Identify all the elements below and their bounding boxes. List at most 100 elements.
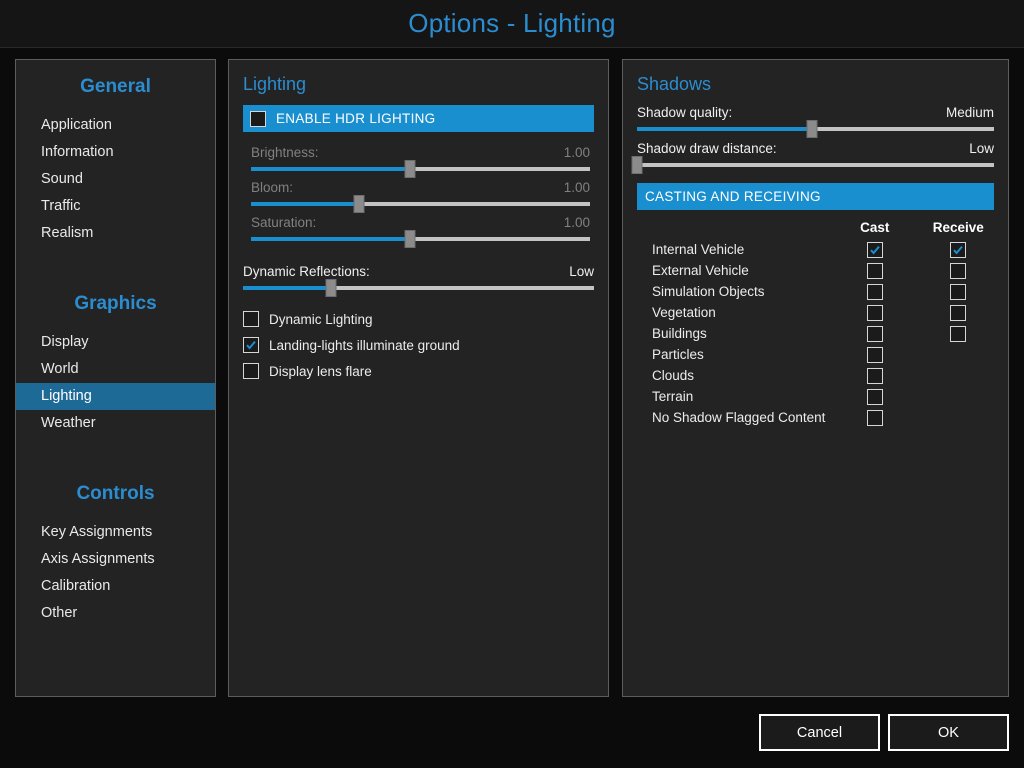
sidebar-item-label: Calibration	[41, 578, 111, 594]
cast-checkbox-no-shadow-flagged-content[interactable]	[866, 409, 883, 426]
cast-checkbox-clouds[interactable]	[866, 367, 883, 384]
shadows-heading: Shadows	[637, 74, 712, 94]
slider-lighting-0: Brightness: 1.00	[229, 145, 608, 178]
cast-receive-header: Cast Receive	[631, 210, 1000, 239]
row-label: External Vehicle	[652, 263, 749, 278]
enable-hdr-lighting-label: ENABLE HDR LIGHTING	[276, 111, 436, 126]
slider-dynamic-reflections: Dynamic Reflections: Low	[229, 264, 608, 297]
receive-checkbox-external-vehicle[interactable]	[950, 262, 967, 279]
sidebar-item-key-assignments[interactable]: Key Assignments	[16, 519, 215, 546]
sidebar-item-label: Application	[41, 117, 112, 133]
casting-and-receiving-label: CASTING AND RECEIVING	[645, 189, 821, 204]
receive-cell	[917, 283, 1000, 300]
slider-track[interactable]	[251, 230, 590, 248]
sidebar-item-weather[interactable]: Weather	[16, 410, 215, 437]
receive-checkbox-vegetation[interactable]	[950, 304, 967, 321]
slider-track[interactable]	[631, 156, 994, 174]
cast-checkbox-vegetation[interactable]	[866, 304, 883, 321]
slider-knob[interactable]	[404, 230, 416, 248]
sidebar-item-axis-assignments[interactable]: Axis Assignments	[16, 546, 215, 573]
casting-and-receiving-bar: CASTING AND RECEIVING	[637, 183, 994, 210]
lighting-panel: Lighting ENABLE HDR LIGHTING Brightness:…	[228, 59, 609, 697]
receive-checkbox-internal-vehicle[interactable]	[950, 241, 967, 258]
slider-lighting-1: Bloom: 1.00	[229, 180, 608, 213]
cast-cell	[833, 346, 916, 363]
lighting-heading: Lighting	[243, 74, 307, 94]
slider-knob[interactable]	[325, 279, 337, 297]
receive-checkbox-buildings[interactable]	[950, 325, 967, 342]
title-divider	[0, 47, 1024, 48]
slider-knob[interactable]	[353, 195, 365, 213]
slider-knob[interactable]	[631, 156, 643, 174]
sidebar-item-sound[interactable]: Sound	[16, 166, 215, 193]
sidebar-item-calibration[interactable]: Calibration	[16, 573, 215, 600]
slider-fill	[251, 237, 411, 241]
checkbox-row-display-lens-flare[interactable]: Display lens flare	[229, 358, 608, 384]
table-row: Clouds	[631, 365, 1000, 386]
cast-checkbox-buildings[interactable]	[866, 325, 883, 342]
cast-checkbox-simulation-objects[interactable]	[866, 283, 883, 300]
sidebar-item-label: Weather	[41, 415, 96, 431]
row-label: Vegetation	[652, 305, 716, 320]
slider-track[interactable]	[251, 160, 590, 178]
sidebar-item-information[interactable]: Information	[16, 139, 215, 166]
table-row: Vegetation	[631, 302, 1000, 323]
slider-track[interactable]	[243, 279, 594, 297]
slider-knob[interactable]	[404, 160, 416, 178]
sidebar-group-title-general: General	[80, 76, 151, 97]
receive-cell	[917, 262, 1000, 279]
sidebar-item-label: Traffic	[41, 198, 81, 214]
slider-knob[interactable]	[806, 120, 818, 138]
slider-label: Brightness:	[251, 145, 319, 160]
row-label: No Shadow Flagged Content	[652, 410, 826, 425]
sidebar-item-display[interactable]: Display	[16, 329, 215, 356]
enable-hdr-lighting-checkbox[interactable]	[250, 110, 266, 127]
row-label: Particles	[652, 347, 704, 362]
checkbox-dynamic-lighting[interactable]	[243, 311, 259, 327]
receive-cell	[917, 304, 1000, 321]
sidebar-item-label: Sound	[41, 171, 83, 187]
cast-checkbox-external-vehicle[interactable]	[866, 262, 883, 279]
row-label: Clouds	[652, 368, 695, 383]
slider-value: Low	[969, 141, 994, 156]
cast-cell	[833, 409, 916, 426]
sidebar-item-lighting[interactable]: Lighting	[16, 383, 215, 410]
row-label: Buildings	[652, 326, 707, 341]
slider-label: Bloom:	[251, 180, 294, 195]
cast-checkbox-particles[interactable]	[866, 346, 883, 363]
cancel-button[interactable]: Cancel	[759, 714, 880, 751]
checkbox-landing-lights-illuminate-ground[interactable]	[243, 337, 259, 353]
slider-fill	[251, 202, 360, 206]
slider-track[interactable]	[251, 195, 590, 213]
slider-label: Saturation:	[251, 215, 317, 230]
cast-checkbox-internal-vehicle[interactable]	[866, 241, 883, 258]
sidebar-item-realism[interactable]: Realism	[16, 220, 215, 247]
receive-checkbox-simulation-objects[interactable]	[950, 283, 967, 300]
slider-label: Dynamic Reflections:	[243, 264, 370, 279]
ok-button[interactable]: OK	[888, 714, 1009, 751]
cast-cell	[833, 283, 916, 300]
column-header-receive: Receive	[932, 220, 984, 235]
slider-value: 1.00	[563, 180, 590, 195]
sidebar-item-other[interactable]: Other	[16, 600, 215, 627]
slider-shadow-0: Shadow quality: Medium	[623, 105, 1008, 138]
table-row: No Shadow Flagged Content	[631, 407, 1000, 428]
slider-label: Shadow draw distance:	[637, 141, 777, 156]
row-label: Internal Vehicle	[652, 242, 745, 257]
enable-hdr-lighting-bar[interactable]: ENABLE HDR LIGHTING	[243, 105, 594, 132]
checkbox-label: Display lens flare	[269, 363, 372, 379]
cast-checkbox-terrain[interactable]	[866, 388, 883, 405]
receive-cell	[917, 241, 1000, 258]
slider-value: 1.00	[563, 145, 590, 160]
checkbox-row-landing-lights-illuminate-ground[interactable]: Landing-lights illuminate ground	[229, 332, 608, 358]
slider-track[interactable]	[637, 120, 994, 138]
sidebar-item-world[interactable]: World	[16, 356, 215, 383]
checkbox-row-dynamic-lighting[interactable]: Dynamic Lighting	[229, 306, 608, 332]
cast-cell	[833, 241, 916, 258]
ok-button-label: OK	[938, 724, 959, 741]
sidebar-panel: General Application Information Sound Traffi…	[15, 59, 216, 697]
checkbox-display-lens-flare[interactable]	[243, 363, 259, 379]
sidebar-item-traffic[interactable]: Traffic	[16, 193, 215, 220]
sidebar-item-application[interactable]: Application	[16, 112, 215, 139]
